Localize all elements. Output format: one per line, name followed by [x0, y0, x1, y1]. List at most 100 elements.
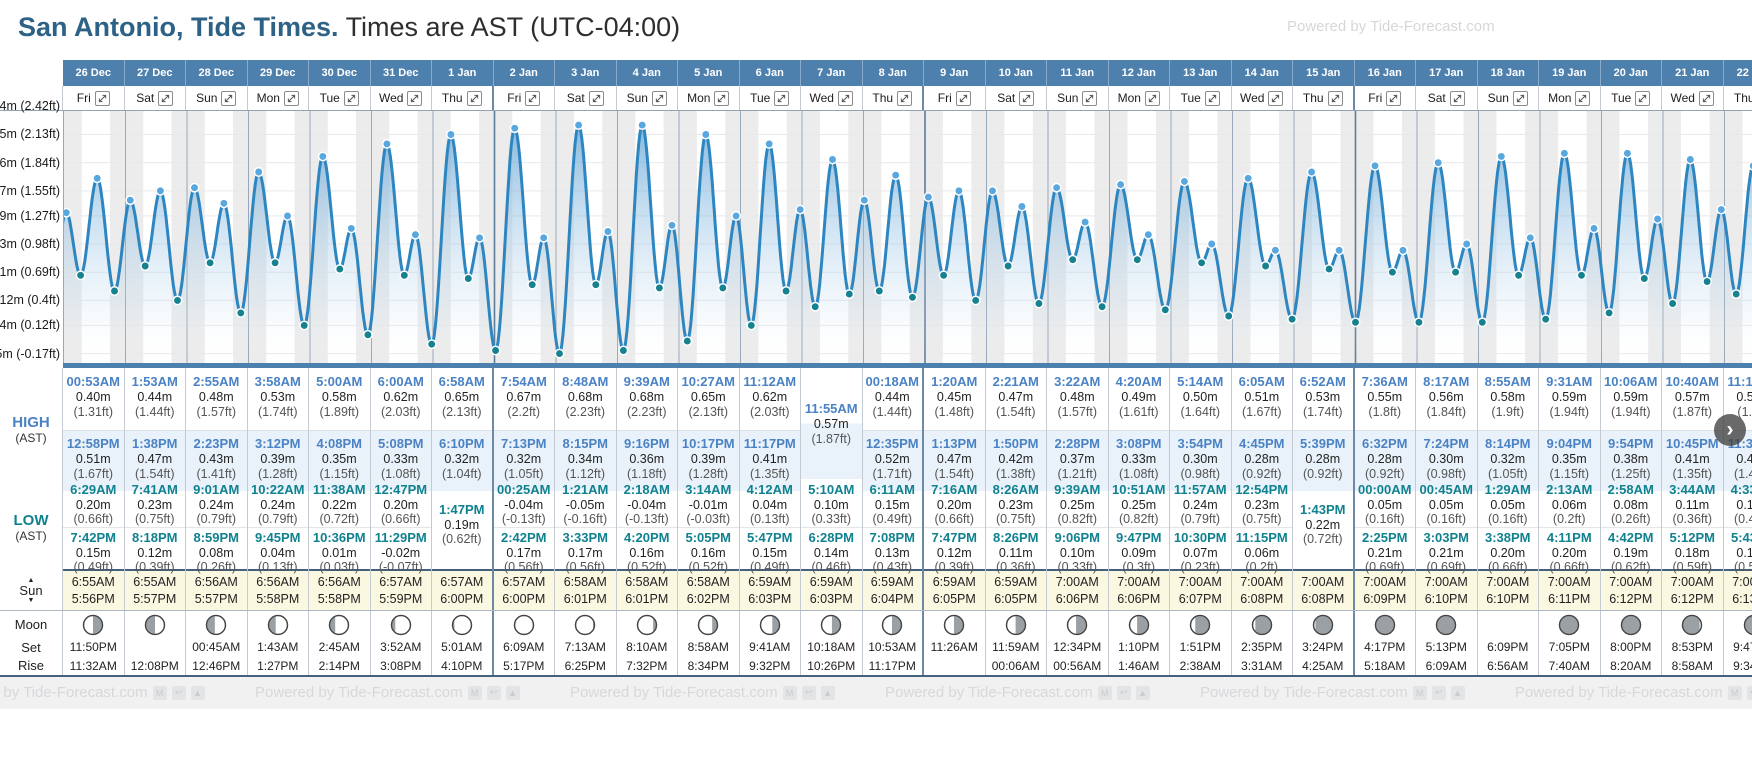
sunset-time: 6:06PM — [1056, 591, 1099, 608]
expand-icon[interactable] — [838, 91, 853, 106]
expand-icon[interactable] — [897, 91, 912, 106]
high-tide-time: 6:32PM — [1355, 436, 1416, 452]
tide-entry: 10:45PM0.41m(1.35ft) — [1662, 436, 1723, 482]
expand-icon[interactable] — [1699, 91, 1714, 106]
dow-cell[interactable]: Sun — [186, 86, 248, 110]
moonrise-time: 11:32AM — [63, 656, 125, 675]
sunset-time: 6:12PM — [1671, 591, 1714, 608]
tide-height-m: 0.15m — [63, 546, 124, 560]
next-page-button[interactable]: › — [1714, 414, 1746, 446]
dow-cell[interactable]: Thu — [432, 86, 494, 110]
expand-icon[interactable] — [407, 91, 422, 106]
y-axis-label: 0.74m (2.42ft) — [0, 99, 60, 113]
expand-icon[interactable] — [1019, 91, 1034, 106]
low-tide-time: 10:51AM — [1109, 482, 1170, 498]
low-tide-time: 6:11AM — [863, 482, 923, 498]
expand-icon[interactable] — [1328, 91, 1343, 106]
dow-cell[interactable]: Tue — [1601, 86, 1663, 110]
dow-cell[interactable]: Tue — [740, 86, 802, 110]
high-tide-time: 3:12PM — [248, 436, 309, 452]
expand-icon[interactable] — [95, 91, 110, 106]
dow-cell[interactable]: Sat — [125, 86, 187, 110]
expand-icon[interactable] — [284, 91, 299, 106]
tide-height-ft: (0.46ft) — [1724, 512, 1752, 526]
dow-cell[interactable]: Mon — [1109, 86, 1171, 110]
tide-height-ft: (1.44ft) — [863, 405, 923, 420]
expand-icon[interactable] — [221, 91, 236, 106]
dow-cell[interactable]: Thu — [1293, 86, 1355, 110]
dow-cell[interactable]: Sun — [1478, 86, 1540, 110]
low-pm-half: 2:42PM0.17m(0.56ft) — [494, 527, 555, 575]
dow-cell[interactable]: Sat — [986, 86, 1048, 110]
low-pm-half: 5:05PM0.16m(0.52ft) — [678, 527, 739, 575]
moon-phase-icon — [267, 614, 289, 636]
moonset-time: 11:50PM — [63, 638, 125, 656]
expand-icon[interactable] — [1145, 91, 1160, 106]
tide-entry: 8:55AM0.58m(1.9ft) — [1478, 374, 1539, 420]
expand-icon[interactable] — [1082, 91, 1097, 106]
low-tide-time: 3:44AM — [1662, 482, 1723, 498]
dow-cell[interactable]: Fri — [1355, 86, 1417, 110]
watermark-icon: M — [153, 686, 167, 700]
dow-cell[interactable]: Sat — [1416, 86, 1478, 110]
expand-icon[interactable] — [525, 91, 540, 106]
tide-entry: 9:39AM0.25m(0.82ft) — [1047, 482, 1108, 526]
sunrise-time: 7:00AM — [1363, 574, 1406, 591]
dow-cell[interactable]: Wed — [1232, 86, 1294, 110]
dow-cell[interactable]: Fri — [924, 86, 986, 110]
sun-cell: 7:00AM6:08PM — [1232, 571, 1294, 610]
dow-cell[interactable]: Fri — [63, 86, 125, 110]
moonrise-time: 4:25AM — [1293, 656, 1355, 675]
tide-height-ft: (1.74ft) — [248, 405, 309, 420]
dow-cell[interactable]: Wed — [371, 86, 433, 110]
dow-cell[interactable]: Mon — [678, 86, 740, 110]
low-pm-half: 3:33PM0.17m(0.56ft) — [555, 527, 616, 575]
page-title: San Antonio, Tide Times. Times are AST (… — [18, 12, 680, 43]
expand-icon[interactable] — [1386, 91, 1401, 106]
expand-icon[interactable] — [1268, 91, 1283, 106]
tide-height-ft: (0.26ft) — [1601, 512, 1662, 526]
expand-icon[interactable] — [1205, 91, 1220, 106]
tide-height-ft: (1.64ft) — [1170, 405, 1231, 420]
high-tide-marker — [383, 140, 391, 148]
low-tide-marker — [782, 287, 790, 295]
dow-cell[interactable]: Thu — [1724, 86, 1752, 110]
expand-icon[interactable] — [652, 91, 667, 106]
dow-cell[interactable]: Tue — [1170, 86, 1232, 110]
dow-cell[interactable]: Wed — [801, 86, 863, 110]
expand-icon[interactable] — [714, 91, 729, 106]
expand-icon[interactable] — [344, 91, 359, 106]
dow-cell[interactable]: Mon — [1539, 86, 1601, 110]
expand-icon[interactable] — [467, 91, 482, 106]
expand-icon[interactable] — [774, 91, 789, 106]
high-am-half: 8:48AM0.68m(2.23ft) — [555, 368, 616, 430]
tide-height-m: 0.65m — [678, 390, 739, 405]
high-am-half: 2:55AM0.48m(1.57ft) — [186, 368, 247, 430]
dow-cell[interactable]: Fri — [494, 86, 556, 110]
low-tide-cell: 00:25AM-0.04m(-0.13ft)2:42PM0.17m(0.56ft… — [494, 479, 556, 575]
sunset-time: 5:58PM — [256, 591, 299, 608]
expand-icon[interactable] — [956, 91, 971, 106]
dow-cell[interactable]: Tue — [309, 86, 371, 110]
dow-label: Mon — [1118, 91, 1141, 105]
dow-cell[interactable]: Sun — [1047, 86, 1109, 110]
expand-icon[interactable] — [1635, 91, 1650, 106]
expand-icon[interactable] — [589, 91, 604, 106]
dow-cell[interactable]: Mon — [248, 86, 310, 110]
low-tide-marker — [428, 340, 436, 348]
high-tide-time: 11:14AM — [1724, 374, 1752, 390]
expand-icon[interactable] — [1575, 91, 1590, 106]
dow-cell[interactable]: Sat — [555, 86, 617, 110]
moon-phase-icon — [881, 614, 903, 636]
expand-icon[interactable] — [1513, 91, 1528, 106]
expand-icon[interactable] — [1450, 91, 1465, 106]
expand-icon[interactable] — [158, 91, 173, 106]
low-tide-time: 9:01AM — [186, 482, 247, 498]
tide-height-ft: (2.23ft) — [555, 405, 616, 420]
low-tide-marker — [683, 337, 691, 345]
dow-cell[interactable]: Wed — [1662, 86, 1724, 110]
low-tide-time: 5:47PM — [740, 530, 801, 546]
dow-cell[interactable]: Thu — [863, 86, 925, 110]
tide-height-m: 0.06m — [1232, 546, 1293, 560]
dow-cell[interactable]: Sun — [617, 86, 679, 110]
